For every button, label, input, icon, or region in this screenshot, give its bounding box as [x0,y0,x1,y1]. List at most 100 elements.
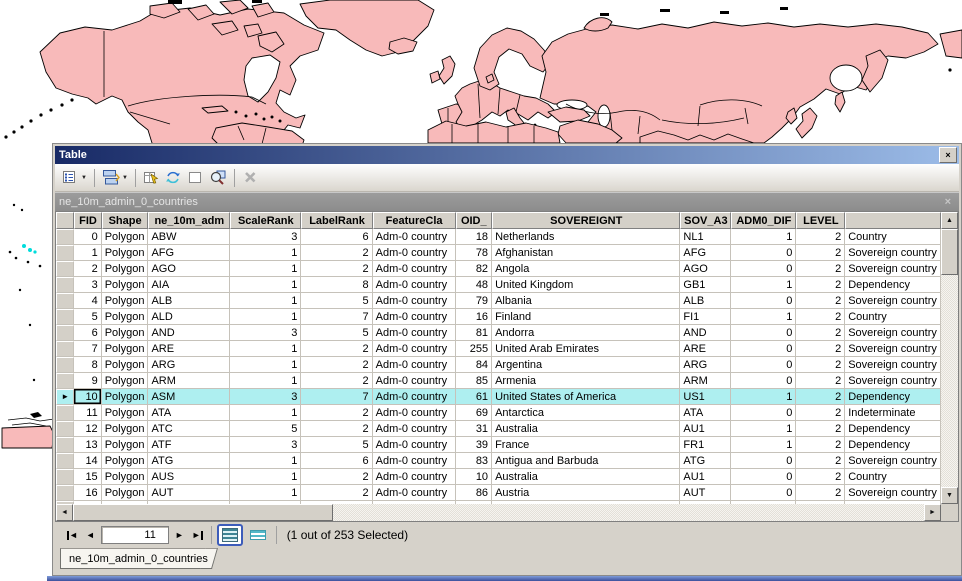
cell-ne_10m_adm[interactable]: ARG [148,357,230,373]
row-selector[interactable] [56,469,74,485]
cell-sovereignt[interactable]: United States of America [492,389,680,405]
cell-adm0_dif[interactable]: 1 [731,437,796,453]
scroll-right-button[interactable]: ► [924,504,941,521]
cell-fid[interactable]: 5 [74,309,101,325]
cell-featurecla[interactable]: Adm-0 country [373,469,456,485]
cell-scalerank[interactable]: 5 [230,421,301,437]
cell-sovereignt[interactable]: Australia [492,421,680,437]
cell-level[interactable]: 2 [796,261,845,277]
cell-ne_10m_adm[interactable]: ATG [148,453,230,469]
select-by-attributes-button[interactable] [141,167,162,189]
cell-fid[interactable]: 9 [74,373,101,389]
cell-level[interactable]: 2 [796,245,845,261]
cell-scalerank[interactable]: 1 [230,293,301,309]
cell-labelrank[interactable]: 7 [301,309,372,325]
cell-shape[interactable]: Polygon [102,229,149,245]
cell-type[interactable]: Sovereign country [845,357,941,373]
cell-oid_[interactable]: 18 [456,229,493,245]
cell-featurecla[interactable]: Adm-0 country [373,341,456,357]
cell-adm0_dif[interactable]: 1 [731,277,796,293]
cell-adm0_dif[interactable]: 0 [731,373,796,389]
cell-scalerank[interactable]: 3 [230,389,301,405]
cell-adm0_dif[interactable]: 0 [731,341,796,357]
cell-ne_10m_adm[interactable]: ATF [148,437,230,453]
cell-ne_10m_adm[interactable]: ABW [148,229,230,245]
cell-scalerank[interactable]: 1 [230,309,301,325]
cell-sovereignt[interactable]: Australia [492,469,680,485]
table-options-button[interactable]: ▼ [60,167,89,189]
cell-labelrank[interactable]: 7 [301,389,372,405]
cell-sov_a3[interactable]: AU1 [680,469,731,485]
cell-oid_[interactable]: 81 [456,325,493,341]
cell-sov_a3[interactable]: FI1 [680,309,731,325]
cell-sov_a3[interactable]: ARM [680,373,731,389]
cell-sovereignt[interactable]: Antigua and Barbuda [492,453,680,469]
cell-oid_[interactable]: 85 [456,373,493,389]
cell-shape[interactable]: Polygon [102,277,149,293]
cell-sov_a3[interactable]: ATG [680,453,731,469]
column-header-adm0_dif[interactable]: ADM0_DIF [731,212,796,229]
cell-adm0_dif[interactable]: 0 [731,293,796,309]
cell-shape[interactable]: Polygon [102,245,149,261]
cell-type[interactable]: Sovereign country [845,325,941,341]
current-row-marker[interactable]: ► [56,389,74,405]
cell-fid[interactable]: 13 [74,437,101,453]
row-selector[interactable] [56,309,74,325]
cell-scalerank[interactable]: 1 [230,405,301,421]
cell-scalerank[interactable]: 1 [230,453,301,469]
cell-type[interactable]: Sovereign country [845,293,941,309]
cell-sov_a3[interactable]: AU1 [680,421,731,437]
cell-adm0_dif[interactable]: 0 [731,453,796,469]
cell-shape[interactable]: Polygon [102,405,149,421]
column-header-sovereignt[interactable]: SOVEREIGNT [492,212,680,229]
clear-selection-button[interactable] [185,167,206,189]
cell-ne_10m_adm[interactable]: ATC [148,421,230,437]
cell-oid_[interactable]: 48 [456,277,493,293]
cell-oid_[interactable]: 82 [456,261,493,277]
cell-sov_a3[interactable]: NL1 [680,229,731,245]
vertical-scrollbar[interactable]: ▲ ▼ [941,212,958,504]
row-selector[interactable] [56,261,74,277]
cell-featurecla[interactable]: Adm-0 country [373,309,456,325]
cell-adm0_dif[interactable]: 1 [731,309,796,325]
cell-type[interactable]: Country [845,469,941,485]
cell-ne_10m_adm[interactable]: AGO [148,261,230,277]
cell-sov_a3[interactable]: AFG [680,245,731,261]
cell-scalerank[interactable]: 1 [230,485,301,501]
cell-oid_[interactable]: 31 [456,421,493,437]
cell-type[interactable]: Sovereign country [845,261,941,277]
cell-sovereignt[interactable]: Antarctica [492,405,680,421]
row-selector[interactable] [56,293,74,309]
cell-shape[interactable]: Polygon [102,437,149,453]
cell-level[interactable]: 2 [796,309,845,325]
current-record-input[interactable] [101,526,169,544]
next-record-button[interactable]: ► [171,526,188,544]
cell-adm0_dif[interactable]: 0 [731,357,796,373]
cell-level[interactable]: 2 [796,229,845,245]
cell-scalerank[interactable]: 1 [230,373,301,389]
cell-sov_a3[interactable]: AGO [680,261,731,277]
cell-sovereignt[interactable]: Angola [492,261,680,277]
row-selector[interactable] [56,373,74,389]
cell-sovereignt[interactable]: Albania [492,293,680,309]
row-selector[interactable] [56,341,74,357]
cell-labelrank[interactable]: 2 [301,405,372,421]
cell-scalerank[interactable]: 1 [230,277,301,293]
cell-labelrank[interactable]: 2 [301,469,372,485]
scroll-down-button[interactable]: ▼ [941,487,958,504]
cell-oid_[interactable]: 39 [456,437,493,453]
column-header-level[interactable]: LEVEL [796,212,845,229]
cell-sov_a3[interactable]: FR1 [680,437,731,453]
cell-shape[interactable]: Polygon [102,293,149,309]
cell-labelrank[interactable]: 5 [301,437,372,453]
cell-labelrank[interactable]: 6 [301,229,372,245]
column-header-scalerank[interactable]: ScaleRank [230,212,301,229]
cell-level[interactable]: 2 [796,341,845,357]
related-tables-button[interactable]: ▼ [100,167,130,189]
cell-scalerank[interactable]: 1 [230,357,301,373]
cell-type[interactable]: Sovereign country [845,245,941,261]
cell-oid_[interactable]: 79 [456,293,493,309]
cell-scalerank[interactable]: 3 [230,325,301,341]
cell-featurecla[interactable]: Adm-0 country [373,373,456,389]
cell-type[interactable]: Sovereign country [845,341,941,357]
